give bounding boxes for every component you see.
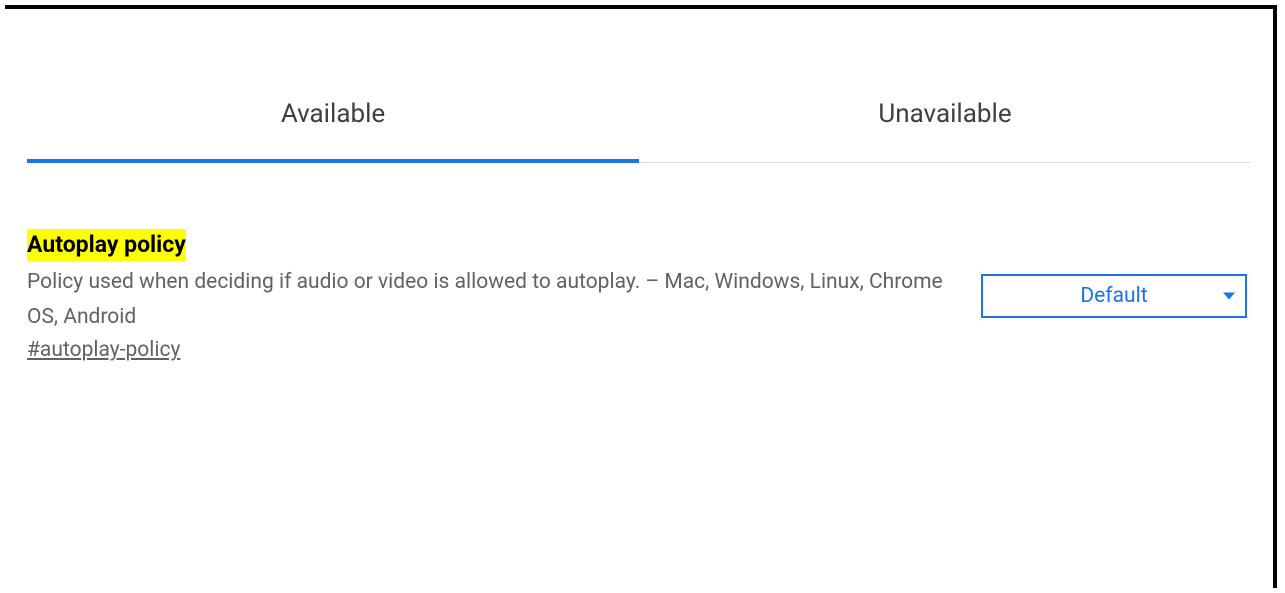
tab-available-label: Available — [281, 99, 385, 129]
tab-unavailable[interactable]: Unavailable — [639, 99, 1251, 163]
flag-title: Autoplay policy — [27, 229, 186, 261]
window-frame: Available Unavailable Autoplay policy Po… — [5, 5, 1277, 588]
flag-dropdown[interactable]: Default — [981, 274, 1247, 318]
flag-entry: Autoplay policy Policy used when decidin… — [27, 229, 1251, 362]
tab-available[interactable]: Available — [27, 99, 639, 163]
chevron-down-icon — [1223, 292, 1235, 299]
flag-control: Default — [981, 274, 1247, 318]
flag-dropdown-value: Default — [1080, 284, 1147, 308]
flag-text-block: Autoplay policy Policy used when decidin… — [27, 229, 967, 362]
flag-description: Policy used when deciding if audio or vi… — [27, 265, 967, 334]
flag-anchor-link[interactable]: #autoplay-policy — [27, 338, 180, 362]
tab-unavailable-label: Unavailable — [878, 99, 1011, 129]
content-area: Available Unavailable Autoplay policy Po… — [5, 99, 1273, 362]
tabs-row: Available Unavailable — [27, 99, 1251, 163]
